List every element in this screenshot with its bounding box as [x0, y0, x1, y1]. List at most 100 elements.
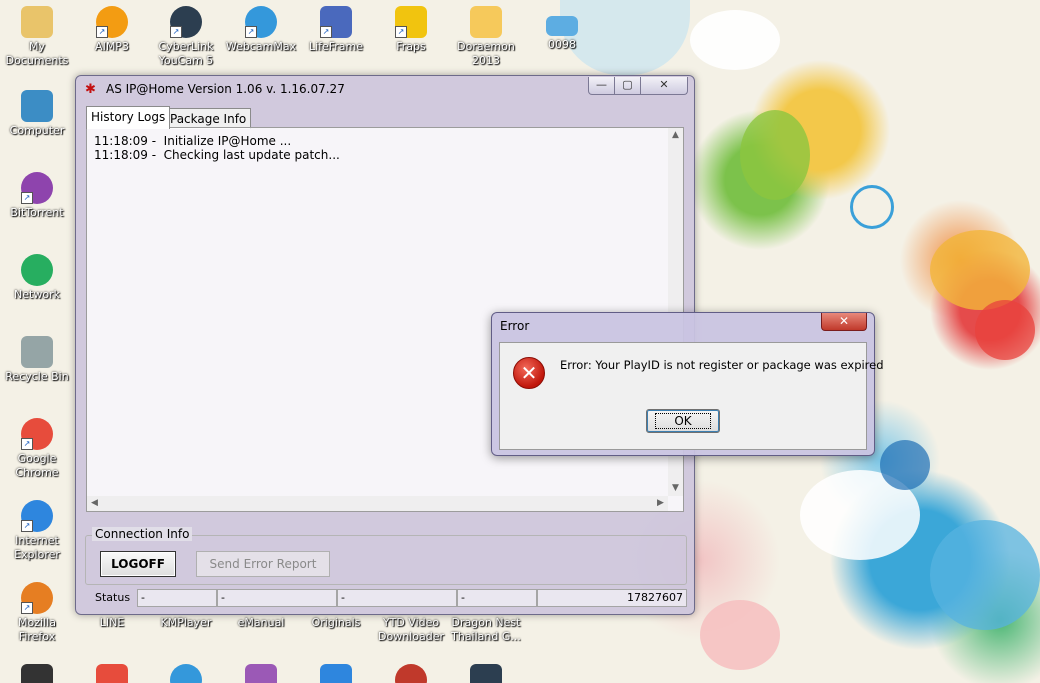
- desktop-icon-no-entry[interactable]: [375, 664, 447, 683]
- desktop-icon-label: CyberLink YouCam 5: [158, 40, 214, 67]
- desktop-icon-pdf[interactable]: [76, 664, 148, 683]
- desktop-icon-label: LifeFrame: [308, 40, 364, 53]
- maximize-button[interactable]: ▢: [614, 77, 641, 95]
- connection-info-label: Connection Info: [92, 527, 193, 541]
- log-line: 11:18:09 - Initialize IP@Home ...: [94, 134, 292, 148]
- close-icon: ✕: [659, 78, 669, 91]
- desktop-icon-internet-explorer[interactable]: ↗ Internet Explorer: [1, 500, 73, 562]
- ok-button[interactable]: OK: [646, 409, 720, 433]
- desktop-icon-label: Fraps: [396, 40, 426, 53]
- desktop-icon-bittorrent[interactable]: ↗ BitTorrent: [1, 172, 73, 220]
- desktop-icon-label: My Documents: [5, 40, 69, 67]
- scroll-up-icon[interactable]: ▲: [668, 128, 683, 143]
- horizontal-scrollbar[interactable]: ◀ ▶: [87, 496, 668, 511]
- status-field: -: [337, 589, 457, 607]
- desktop-icon-app[interactable]: [225, 664, 297, 683]
- desktop-icon-label: eManual: [237, 616, 285, 629]
- desktop-icon-label: Google Chrome: [15, 452, 59, 479]
- tab-package-info[interactable]: Package Info: [165, 108, 252, 129]
- desktop-icon-label: 0098: [548, 38, 576, 51]
- app-logo-icon: ✱: [85, 82, 96, 97]
- tab-history-logs[interactable]: History Logs: [86, 106, 171, 129]
- wallpaper-decoration: [700, 600, 780, 670]
- shortcut-arrow-icon: ↗: [245, 26, 257, 38]
- maximize-icon: ▢: [622, 78, 633, 91]
- desktop-icon-0098[interactable]: 0098: [526, 6, 598, 52]
- wallpaper-decoration: [740, 110, 810, 200]
- aimp-icon: ↗: [96, 6, 128, 38]
- shortcut-arrow-icon: ↗: [21, 520, 33, 532]
- desktop-icon-label: Recycle Bin: [5, 370, 69, 383]
- fraps-icon: ↗: [395, 6, 427, 38]
- status-label: Status: [95, 591, 131, 604]
- shortcut-arrow-icon: ↗: [96, 26, 108, 38]
- error-dialog-body: ✕ Error: Your PlayID is not register or …: [499, 342, 884, 450]
- desktop-icon-recycle-bin[interactable]: Recycle Bin: [1, 336, 73, 384]
- send-error-report-button[interactable]: Send Error Report: [196, 551, 330, 577]
- desktop-icon-cyberlink-youcam[interactable]: ↗ CyberLink YouCam 5: [150, 6, 222, 68]
- desktop-icon-film[interactable]: [450, 664, 522, 683]
- desktop-icon-label: Network: [14, 288, 60, 301]
- scroll-right-icon[interactable]: ▶: [653, 496, 668, 511]
- desktop-icon-emanual[interactable]: eManual: [225, 616, 297, 630]
- desktop-icon-kmplayer[interactable]: KMPlayer: [150, 616, 222, 630]
- desktop-icon-label: KMPlayer: [160, 616, 212, 629]
- error-dialog-title: Error: [500, 319, 530, 333]
- camera-icon: [21, 664, 53, 683]
- firefox-icon: ↗: [21, 582, 53, 614]
- desktop-icon-ytd-video-downloader[interactable]: YTD Video Downloader: [375, 616, 447, 644]
- wallpaper-decoration: [880, 440, 930, 490]
- error-message: Error: Your PlayID is not register or pa…: [560, 358, 884, 372]
- desktop-icon-fraps[interactable]: ↗ Fraps: [375, 6, 447, 54]
- error-close-button[interactable]: ✕: [821, 313, 867, 331]
- desktop-icon-google-chrome[interactable]: ↗ Google Chrome: [1, 418, 73, 480]
- desktop-icon-computer[interactable]: Computer: [1, 90, 73, 138]
- minimize-icon: —: [596, 78, 607, 91]
- recycle-bin-icon: [21, 336, 53, 368]
- shortcut-arrow-icon: ↗: [21, 192, 33, 204]
- status-field: -: [457, 589, 537, 607]
- close-button[interactable]: ✕: [640, 77, 688, 95]
- desktop-icon-label: BitTorrent: [10, 206, 64, 219]
- desktop-icon-shark[interactable]: [300, 664, 372, 683]
- desktop-icon-aimp3[interactable]: ↗ AIMP3: [76, 6, 148, 54]
- desktop-icon-label: AIMP3: [95, 40, 129, 53]
- shortcut-arrow-icon: ↗: [320, 26, 332, 38]
- status-bar: Status - - - - 17827607: [86, 589, 687, 607]
- desktop-icon-originals[interactable]: Originals: [300, 616, 372, 630]
- logoff-button[interactable]: LOGOFF: [100, 551, 176, 577]
- desktop-icon-webcammax[interactable]: ↗ WebcamMax: [225, 6, 297, 54]
- desktop-icon-line[interactable]: LINE: [76, 616, 148, 630]
- desktop-icon-label: Doraemon 2013: [457, 40, 515, 67]
- desktop-icon-label: Internet Explorer: [14, 534, 60, 561]
- desktop-icon-lifeframe[interactable]: ↗ LifeFrame: [300, 6, 372, 54]
- desktop-icon-my-documents[interactable]: My Documents: [1, 6, 73, 68]
- scroll-left-icon[interactable]: ◀: [87, 496, 102, 511]
- desktop-icon-globe[interactable]: [150, 664, 222, 683]
- desktop-icon-dragon-nest-thailand[interactable]: Dragon Nest Thailand G...: [450, 616, 522, 644]
- wallpaper-decoration: [690, 10, 780, 70]
- desktop-icon-label: WebcamMax: [225, 40, 297, 53]
- desktop-icon-camera[interactable]: [1, 664, 73, 683]
- connection-info-group: Connection Info LOGOFF Send Error Report: [85, 527, 687, 585]
- network-icon: [21, 254, 53, 286]
- desktop-icon-label: Dragon Nest Thailand G...: [451, 616, 521, 643]
- pdf-icon: [96, 664, 128, 683]
- internet-explorer-icon: ↗: [21, 500, 53, 532]
- wallpaper-decoration: [930, 520, 1040, 630]
- scroll-down-icon[interactable]: ▼: [668, 481, 683, 496]
- shortcut-arrow-icon: ↗: [170, 26, 182, 38]
- logoff-label: LOGOFF: [111, 557, 165, 571]
- minimize-button[interactable]: —: [588, 77, 615, 95]
- window-title: AS IP@Home Version 1.06 v. 1.16.07.27: [106, 82, 345, 96]
- desktop-icon-mozilla-firefox[interactable]: ↗ Mozilla Firefox: [1, 582, 73, 644]
- status-field: -: [137, 589, 217, 607]
- status-id-value: 17827607: [537, 589, 687, 607]
- desktop-icon-doraemon-2013[interactable]: Doraemon 2013: [450, 6, 522, 68]
- webcam-icon: ↗: [245, 6, 277, 38]
- log-line: 11:18:09 - Checking last update patch...: [94, 148, 340, 162]
- shortcut-arrow-icon: ↗: [21, 438, 33, 450]
- chrome-icon: ↗: [21, 418, 53, 450]
- desktop-icon-network[interactable]: Network: [1, 254, 73, 302]
- desktop-icon-label: LINE: [99, 616, 125, 629]
